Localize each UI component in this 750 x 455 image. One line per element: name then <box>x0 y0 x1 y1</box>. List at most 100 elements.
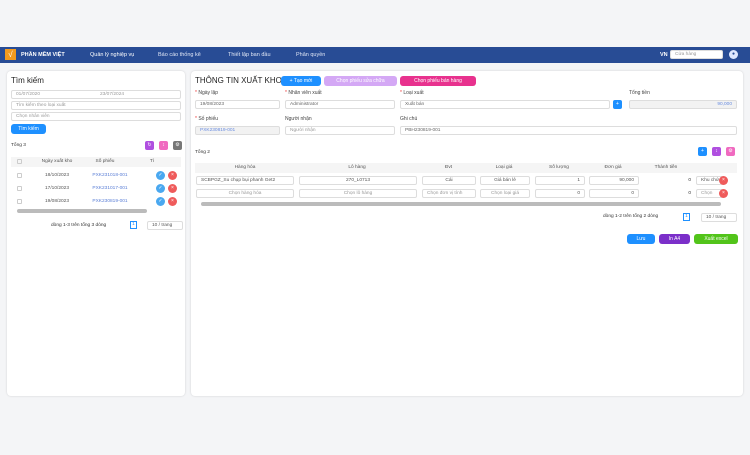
select-repair-button[interactable]: Chọn phiếu sửa chữa <box>324 76 397 86</box>
nav-business[interactable]: Quản lý nghiệp vụ <box>90 52 134 58</box>
horizontal-scrollbar[interactable] <box>201 202 721 206</box>
settings-icon[interactable]: ⚙ <box>726 147 735 156</box>
price-input[interactable]: 0 <box>589 189 639 198</box>
row-checkbox[interactable] <box>17 173 22 178</box>
col-lot: Lô hàng <box>348 165 366 170</box>
page-1-button[interactable]: 1 <box>130 221 137 229</box>
amount: 0 <box>688 178 691 183</box>
col-date: Ngày xuất kho <box>41 159 73 164</box>
code-input: PXK230819-001 <box>195 126 280 135</box>
nav-permissions[interactable]: Phân quyền <box>296 52 325 58</box>
row-code-link[interactable]: PXK231018-001 <box>85 173 135 178</box>
staff-select[interactable]: Chọn nhân viên <box>11 112 181 121</box>
type-select[interactable]: Xuất bán <box>400 100 610 109</box>
table-row[interactable]: 18/10/2023 PXK231018-001 ✓ × <box>11 169 181 182</box>
total-label: Tổng tiền <box>629 90 650 96</box>
price-type-select[interactable]: Chọn loại giá <box>480 189 530 198</box>
search-title: Tìm kiếm <box>11 76 44 85</box>
delete-icon[interactable]: × <box>168 171 177 180</box>
note-label: Ghi chú <box>400 116 418 122</box>
delete-row-icon[interactable]: × <box>719 189 728 198</box>
row-checkbox[interactable] <box>17 199 22 204</box>
col-code: Số phiếu <box>95 159 115 164</box>
import-icon[interactable]: ↕ <box>712 147 721 156</box>
unit-select[interactable]: Cái <box>422 176 476 185</box>
results-table: 18/10/2023 PXK231018-001 ✓ × 17/10/2023 … <box>11 169 181 208</box>
filter-icon[interactable]: ↕ <box>159 141 168 150</box>
total-count: Tổng 3 <box>11 143 26 148</box>
table-row[interactable]: 19/08/2023 PXK230819-001 ✓ × <box>11 195 181 208</box>
type-label: Loại xuất <box>403 90 424 96</box>
edit-icon[interactable]: ✓ <box>156 197 165 206</box>
search-button[interactable]: Tìm kiếm <box>11 124 46 134</box>
edit-icon[interactable]: ✓ <box>156 171 165 180</box>
receiver-label: Người nhận <box>285 116 312 122</box>
row-checkbox[interactable] <box>17 186 22 191</box>
nav-reports[interactable]: Báo cáo thống kê <box>158 52 201 58</box>
row-date: 18/10/2023 <box>44 173 69 178</box>
user-avatar-icon[interactable]: ● <box>729 50 738 59</box>
col-price: Đơn giá <box>604 165 622 170</box>
row-code-link[interactable]: PXK230819-001 <box>85 199 135 204</box>
receiver-select[interactable]: Người nhận <box>285 126 395 135</box>
product-select[interactable]: Chọn hàng hóa <box>196 189 294 198</box>
refresh-icon[interactable]: ↻ <box>145 141 154 150</box>
col-actions: Tì <box>149 159 155 164</box>
price-input[interactable]: 90,000 <box>589 176 639 185</box>
new-button[interactable]: + Tạo mới <box>281 76 321 86</box>
language[interactable]: VN <box>660 52 668 58</box>
total-input: 90,000 <box>629 100 737 109</box>
export-info-panel: THÔNG TIN XUẤT KHO + Tạo mới Chọn phiếu … <box>191 71 743 396</box>
col-product: Hàng hóa <box>234 165 256 170</box>
nav-setup[interactable]: Thiết lập ban đầu <box>228 52 271 58</box>
qty-input[interactable]: 1 <box>535 176 585 185</box>
col-unit: Đvt <box>444 165 453 170</box>
price-type-select[interactable]: Giá bán lẻ <box>480 176 530 185</box>
code-label: Số phiếu <box>198 116 219 122</box>
item-count: Tổng 2 <box>195 150 210 155</box>
date-from: 01/07/2020 <box>16 92 41 97</box>
date-range-input[interactable]: 01/07/2020 23/07/2024 <box>11 90 181 99</box>
search-panel: Tìm kiếm 01/07/2020 23/07/2024 Tìm kiếm t… <box>7 71 185 396</box>
qty-input[interactable]: 0 <box>535 189 585 198</box>
print-a4-button[interactable]: In A4 <box>659 234 690 244</box>
date-input[interactable]: 19/08/2023 <box>195 100 280 109</box>
pagination-info: dòng 1-3 trên tổng 3 dòng <box>51 223 107 228</box>
page-title: THÔNG TIN XUẤT KHO <box>195 76 282 85</box>
page-1-button[interactable]: 1 <box>683 213 690 221</box>
lot-select[interactable]: 270_L0713 <box>299 176 417 185</box>
row-code-link[interactable]: PXK231017-001 <box>85 186 135 191</box>
date-to: 23/07/2024 <box>100 92 125 97</box>
export-excel-button[interactable]: Xuất excel <box>694 234 738 244</box>
lot-select[interactable]: Chọn lô hàng <box>299 189 417 198</box>
add-row-icon[interactable]: + <box>698 147 707 156</box>
pagination-info: dòng 1-2 trên tổng 2 dòng <box>603 214 659 219</box>
unit-select[interactable]: Chọn đơn vị tính <box>422 189 476 198</box>
edit-icon[interactable]: ✓ <box>156 184 165 193</box>
add-type-icon[interactable]: + <box>613 100 622 109</box>
delete-icon[interactable]: × <box>168 197 177 206</box>
select-sale-button[interactable]: Chọn phiếu bán hàng <box>400 76 476 86</box>
page-size-select[interactable]: 10 / trang <box>701 213 737 222</box>
delete-icon[interactable]: × <box>168 184 177 193</box>
logo-icon: √ <box>5 49 16 60</box>
page-size-select[interactable]: 10 / trang <box>147 221 183 230</box>
staff-select[interactable]: Administrator <box>285 100 395 109</box>
col-price-type: Loại giá <box>495 165 513 170</box>
row-date: 17/10/2023 <box>44 186 69 191</box>
note-input[interactable]: PBH230819-001 <box>400 126 737 135</box>
col-qty: Số lượng <box>549 165 569 170</box>
row-date: 19/08/2023 <box>44 199 69 204</box>
settings-icon[interactable]: ⚙ <box>173 141 182 150</box>
save-button[interactable]: Lưu <box>627 234 655 244</box>
export-type-select[interactable]: Tìm kiếm theo loại xuất <box>11 101 181 110</box>
product-select[interactable]: SCBPGZ_Su chụp bụi phanh Get2 <box>196 176 294 185</box>
delete-row-icon[interactable]: × <box>719 176 728 185</box>
amount: 0 <box>688 191 691 196</box>
select-all-checkbox[interactable] <box>17 159 22 164</box>
table-row[interactable]: 17/10/2023 PXK231017-001 ✓ × <box>11 182 181 195</box>
store-input[interactable]: Cửa hàng <box>670 50 723 59</box>
staff-label: Nhân viên xuất <box>288 90 322 96</box>
date-label: Ngày lập <box>198 90 219 96</box>
horizontal-scrollbar[interactable] <box>17 209 147 213</box>
